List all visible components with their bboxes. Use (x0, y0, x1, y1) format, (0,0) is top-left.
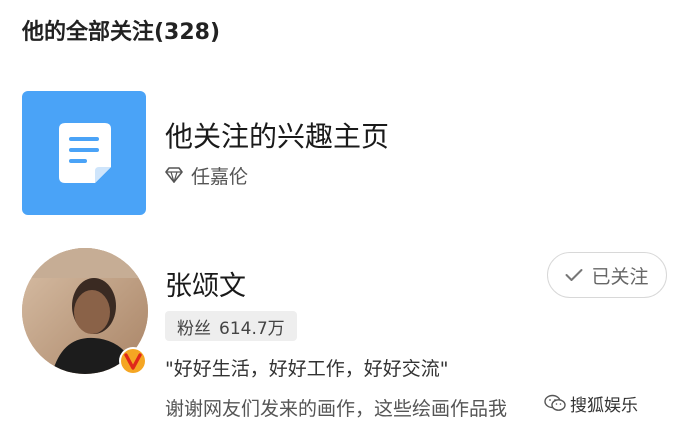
diamond-icon (165, 167, 183, 183)
following-button[interactable]: 已关注 (547, 252, 667, 298)
interest-page-title[interactable]: 他关注的兴趣主页 (165, 115, 389, 155)
user-name[interactable]: 张颂文 (165, 264, 246, 303)
fans-count: 614.7万 (219, 318, 285, 339)
watermark: 搜狐娱乐 (540, 390, 644, 416)
wechat-icon (544, 394, 566, 411)
check-icon (565, 269, 583, 281)
user-bio-quote: "好好生活，好好工作，好好交流" (165, 358, 449, 380)
watermark-text: 搜狐娱乐 (570, 395, 638, 416)
fans-count-badge: 粉丝 614.7万 (165, 311, 297, 341)
user-bio-text: 谢谢网友们发来的画作，这些绘画作品我 (165, 398, 508, 420)
document-icon (59, 123, 111, 183)
avatar[interactable] (22, 248, 148, 375)
following-button-label: 已关注 (591, 265, 649, 288)
fans-label: 粉丝 (177, 318, 211, 339)
verified-badge-icon (119, 347, 147, 375)
interest-page-thumbnail[interactable] (22, 91, 146, 215)
page-title: 他的全部关注(328) (22, 20, 221, 45)
interest-page-owner-name: 任嘉伦 (191, 165, 249, 188)
interest-page-owner: 任嘉伦 (165, 163, 249, 188)
interest-page-item[interactable]: 他关注的兴趣主页 任嘉伦 (22, 91, 662, 215)
